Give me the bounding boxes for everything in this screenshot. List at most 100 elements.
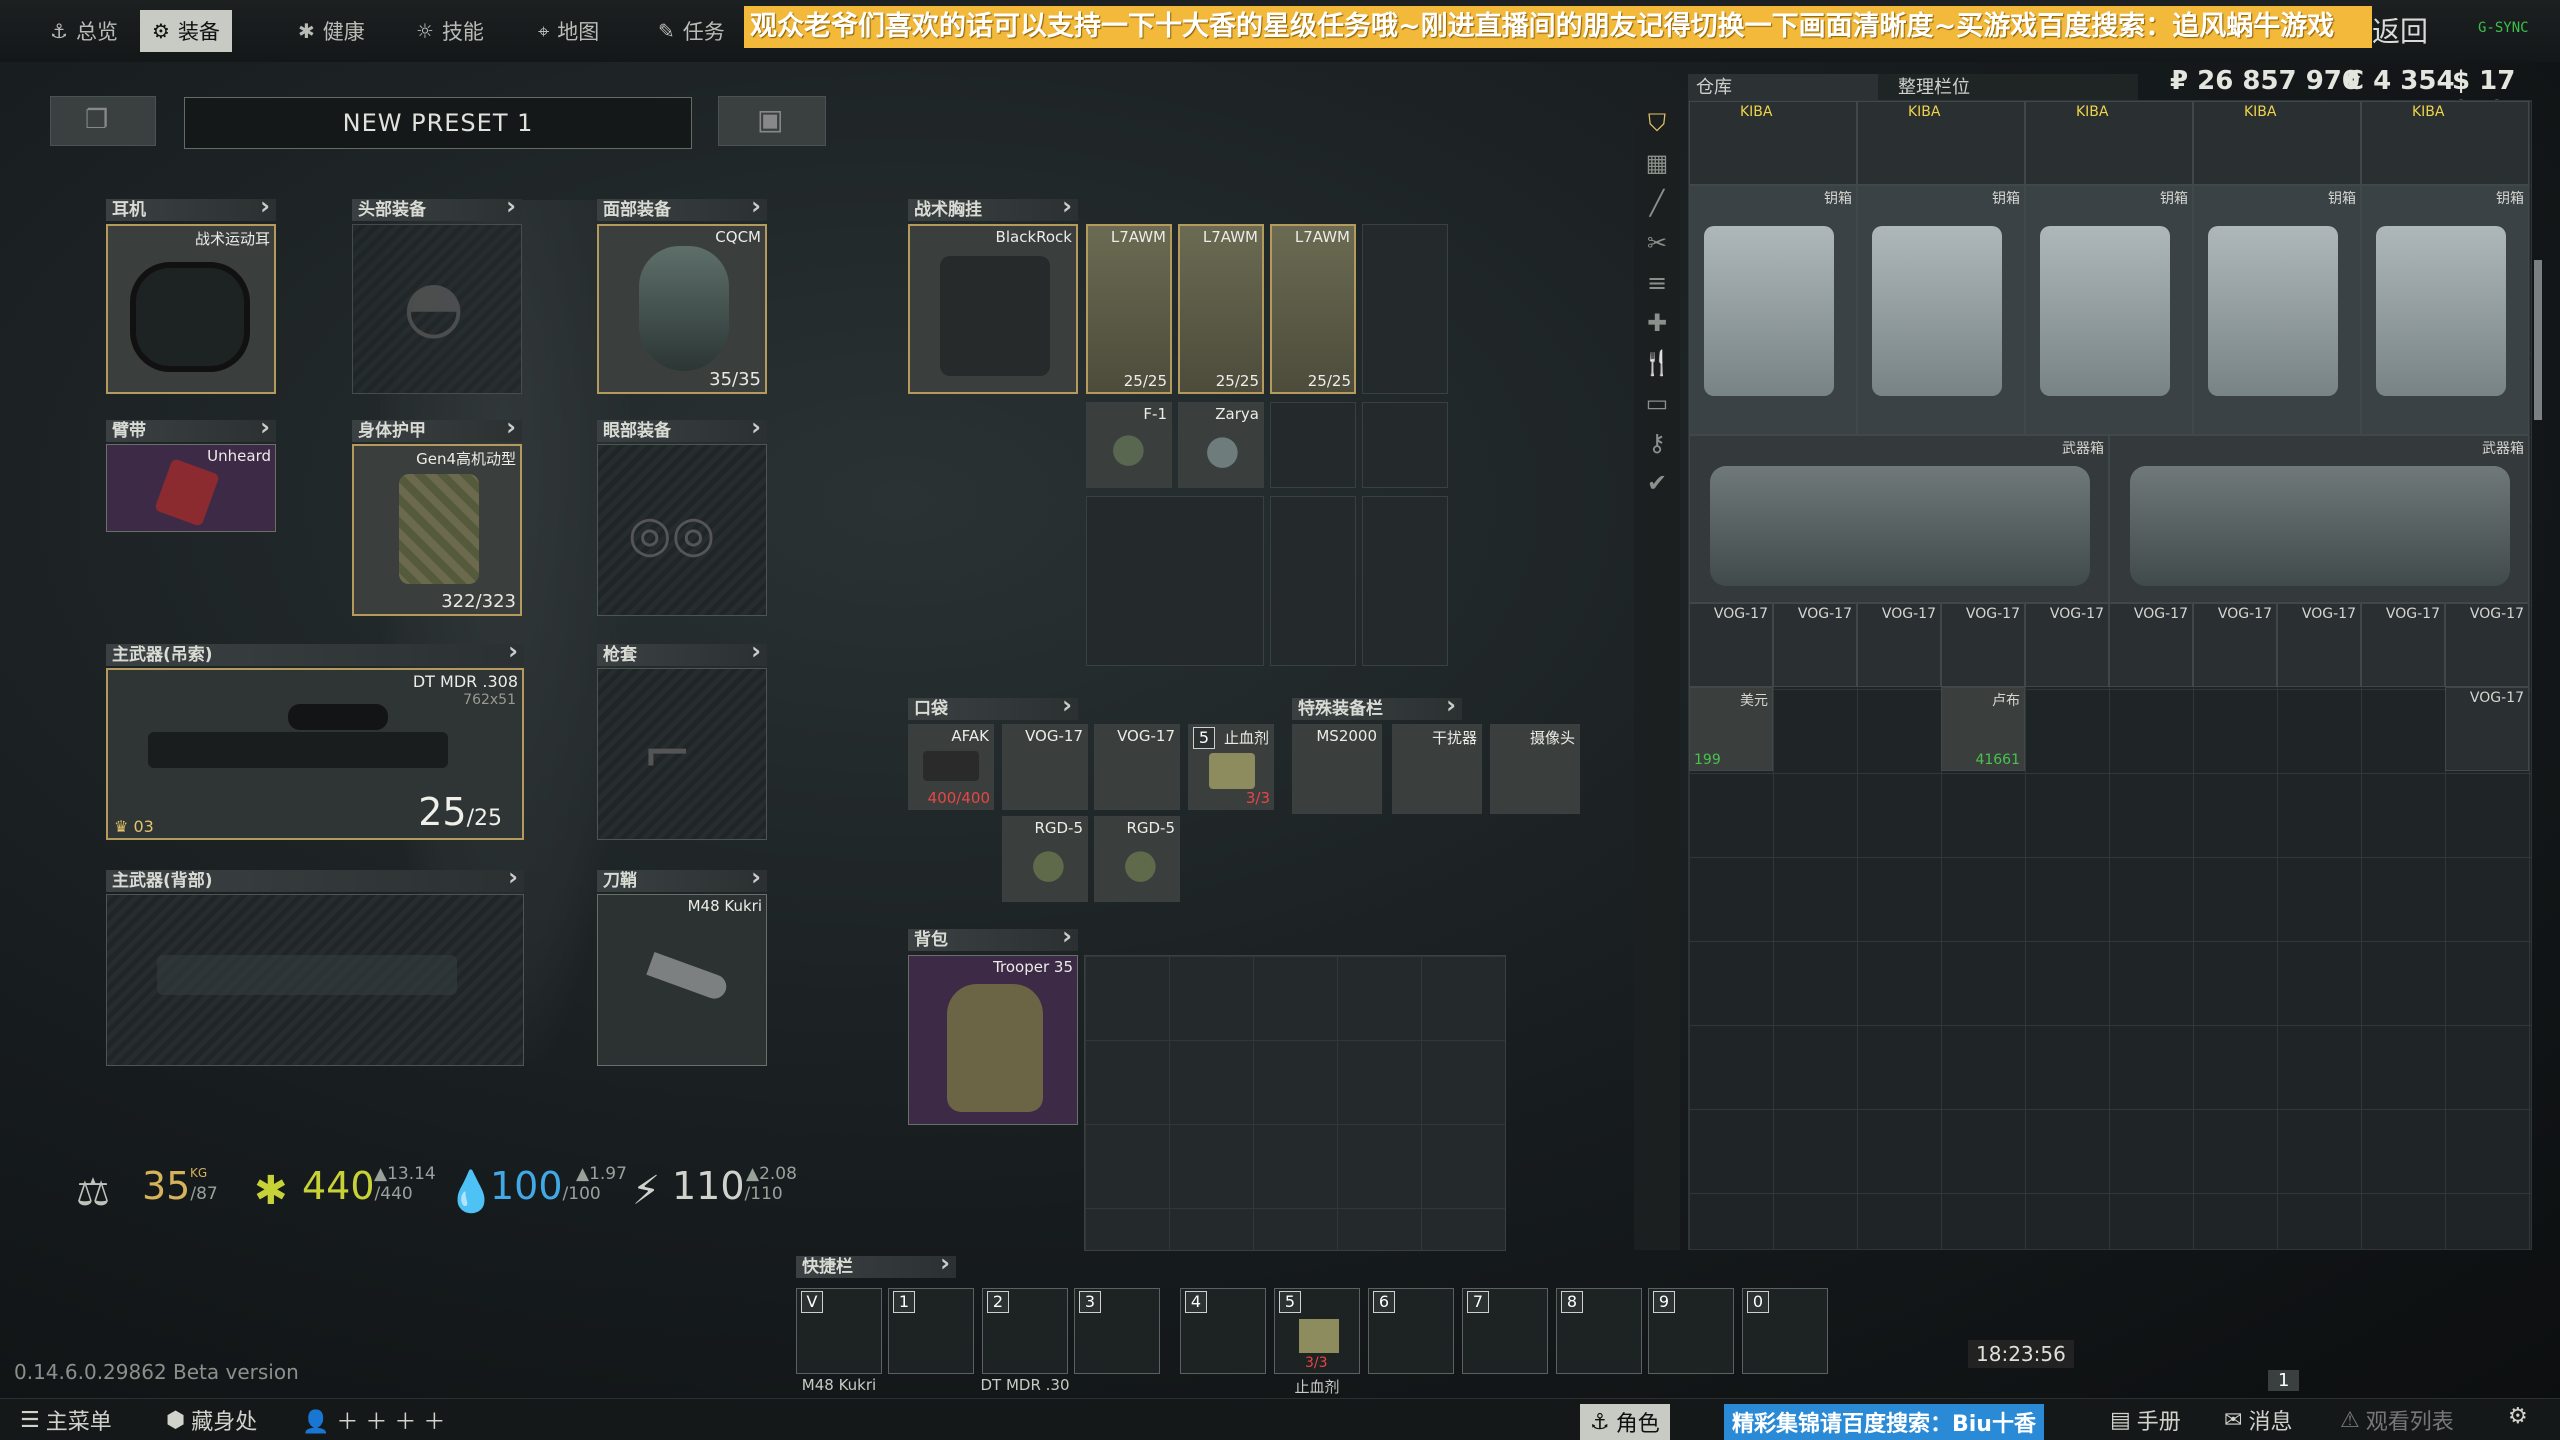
armband-slot[interactable]: Unheard [106, 444, 276, 532]
vog-grenade[interactable]: VOG-17 [1857, 603, 1941, 687]
stash-tab[interactable]: 仓库 [1688, 74, 1878, 102]
facecover-slot[interactable]: CQCM 35/35 [597, 224, 767, 394]
armor-slot[interactable]: Gen4高机动型 322/323 [352, 444, 522, 616]
rig-cell-empty[interactable] [1362, 224, 1448, 394]
rouble-stack[interactable]: 卢布 41661 [1941, 687, 2025, 771]
key-case[interactable]: 钥箱 [1689, 185, 1857, 435]
character-button[interactable]: ⚓ 角色 [1580, 1404, 1670, 1440]
key-case[interactable]: 钥箱 [2361, 185, 2529, 435]
quickslot-7[interactable]: 7 [1462, 1288, 1548, 1374]
check-filter-icon[interactable]: ✔ [1640, 466, 1674, 500]
primary-back-slot[interactable] [106, 894, 524, 1066]
tab-tasks[interactable]: ✎ 任务 [646, 10, 737, 52]
container-filter-icon[interactable]: ▭ [1640, 386, 1674, 420]
earpiece-slot[interactable]: 战术运动耳 [106, 224, 276, 394]
rig-grenade-f1[interactable]: F-1 ● [1086, 402, 1172, 488]
pocket-vog-2[interactable]: VOG-17 [1094, 724, 1180, 810]
special-jammer[interactable]: 干扰器 [1392, 724, 1482, 814]
weapon-case[interactable]: 武器箱 [1689, 435, 2109, 603]
tab-health[interactable]: ✱ 健康 [286, 10, 377, 52]
special-camera[interactable]: 摄像头 [1490, 724, 1580, 814]
tab-skills[interactable]: ☼ 技能 [404, 10, 496, 52]
tab-map[interactable]: ⌖ 地图 [526, 10, 611, 52]
back-button[interactable]: 返回 [2372, 10, 2428, 50]
ammo-filter-icon[interactable]: ≡ [1640, 266, 1674, 300]
rig-cell-empty[interactable] [1270, 496, 1356, 666]
dollar-stack[interactable]: 美元 199 [1689, 687, 1773, 771]
backpack-slot[interactable]: Trooper 35 [908, 955, 1078, 1125]
pocket-rgd-1[interactable]: RGD-5 ● [1002, 816, 1088, 902]
food-filter-icon[interactable]: 🍴 [1640, 346, 1674, 380]
key-filter-icon[interactable]: ⚷ [1640, 426, 1674, 460]
preset-name-field[interactable]: NEW PRESET 1 [184, 97, 692, 149]
quickslot-6[interactable]: 6 [1368, 1288, 1454, 1374]
key-case[interactable]: 钥箱 [2025, 185, 2193, 435]
medical-filter-icon[interactable]: ✚ [1640, 306, 1674, 340]
hideout-button[interactable]: ⬢ 藏身处 [166, 1404, 257, 1436]
quickslot-2[interactable]: 2 [982, 1288, 1068, 1374]
vog-grenade[interactable]: VOG-17 [1941, 603, 2025, 687]
sorting-table-tab[interactable]: 整理栏位 [1878, 74, 2138, 102]
rig-cell-empty[interactable] [1362, 402, 1448, 488]
quickslot-3[interactable]: 3 [1074, 1288, 1160, 1374]
rig-slot[interactable]: BlackRock [908, 224, 1078, 394]
quickslot-9[interactable]: 9 [1648, 1288, 1734, 1374]
stash-scrollbar[interactable] [2534, 260, 2542, 420]
vog-grenade[interactable]: VOG-17 [2445, 687, 2529, 771]
special-ms2000[interactable]: MS2000 [1292, 724, 1382, 814]
vog-grenade[interactable]: VOG-17 [1773, 603, 1857, 687]
vog-grenade[interactable]: VOG-17 [2445, 603, 2529, 687]
main-menu-button[interactable]: ☰ 主菜单 [20, 1404, 112, 1436]
melee-filter-icon[interactable]: ✂ [1640, 226, 1674, 260]
kiba-box[interactable]: KIBA [2193, 101, 2361, 185]
key-case[interactable]: 钥箱 [1857, 185, 2025, 435]
vog-grenade[interactable]: VOG-17 [2277, 603, 2361, 687]
quickslot-0[interactable]: 0 [1742, 1288, 1828, 1374]
social-buttons[interactable]: 👤 ＋ ＋ ＋ ＋ [302, 1404, 445, 1436]
quickslot-1[interactable]: 1 [888, 1288, 974, 1374]
quickslot-v[interactable]: V [796, 1288, 882, 1374]
eyewear-slot[interactable]: ◎◎ [597, 444, 767, 616]
rig-cell-empty[interactable] [1086, 496, 1264, 666]
handbook-button[interactable]: ▤ 手册 [2110, 1404, 2181, 1436]
weapon-case[interactable]: 武器箱 [2109, 435, 2529, 603]
pocket-hemostat[interactable]: 5 止血剂 3/3 [1188, 724, 1274, 810]
quickslot-8[interactable]: 8 [1556, 1288, 1642, 1374]
rig-cell-empty[interactable] [1270, 402, 1356, 488]
tab-overview[interactable]: ⚓ 总览 [38, 10, 130, 52]
quickslot-5[interactable]: 5 3/3 [1274, 1288, 1360, 1374]
tab-gear[interactable]: ⚙ 装备 [140, 10, 232, 52]
vog-grenade[interactable]: VOG-17 [1689, 603, 1773, 687]
vog-grenade[interactable]: VOG-17 [2193, 603, 2277, 687]
grid-icon[interactable]: ▦ [1640, 146, 1674, 180]
sort-icon[interactable]: ⛉ [1640, 106, 1674, 140]
kiba-box[interactable]: KIBA [1689, 101, 1857, 185]
primary-sling-slot[interactable]: DT MDR .308 762x51 25/25 ♛ 03 [106, 668, 524, 840]
vog-grenade[interactable]: VOG-17 [2025, 603, 2109, 687]
vog-grenade[interactable]: VOG-17 [2109, 603, 2193, 687]
backpack-grid[interactable] [1084, 955, 1506, 1251]
rig-mag-3[interactable]: L7AWM 25/25 [1270, 224, 1356, 394]
settings-button[interactable]: ⚙ [2508, 1404, 2528, 1429]
rig-cell-empty[interactable] [1362, 496, 1448, 666]
rig-mag-1[interactable]: L7AWM 25/25 [1086, 224, 1172, 394]
pocket-vog-1[interactable]: VOG-17 [1002, 724, 1088, 810]
stash-grid[interactable]: KIBA KIBA KIBA KIBA KIBA 钥箱 钥箱 钥箱 钥箱 钥箱 … [1688, 100, 2532, 1250]
quickslot-4[interactable]: 4 [1180, 1288, 1266, 1374]
pocket-afak[interactable]: AFAK 400/400 [908, 724, 994, 810]
kiba-box[interactable]: KIBA [2025, 101, 2193, 185]
rig-mag-2[interactable]: L7AWM 25/25 [1178, 224, 1264, 394]
key-case[interactable]: 钥箱 [2193, 185, 2361, 435]
headwear-slot[interactable]: ◓ [352, 224, 522, 394]
vog-grenade[interactable]: VOG-17 [2361, 603, 2445, 687]
kiba-box[interactable]: KIBA [1857, 101, 2025, 185]
rig-grenade-zarya[interactable]: Zarya ● [1178, 402, 1264, 488]
save-preset-button[interactable]: ▣ [718, 96, 826, 146]
scabbard-slot[interactable]: M48 Kukri [597, 894, 767, 1066]
weapon-filter-icon[interactable]: ╱ [1640, 186, 1674, 220]
preset-list-button[interactable]: ❐ [50, 96, 156, 146]
holster-slot[interactable]: ⌐ [597, 668, 767, 840]
pocket-rgd-2[interactable]: RGD-5 ● [1094, 816, 1180, 902]
messages-button[interactable]: ✉ 消息 [2224, 1404, 2292, 1436]
kiba-box[interactable]: KIBA [2361, 101, 2529, 185]
